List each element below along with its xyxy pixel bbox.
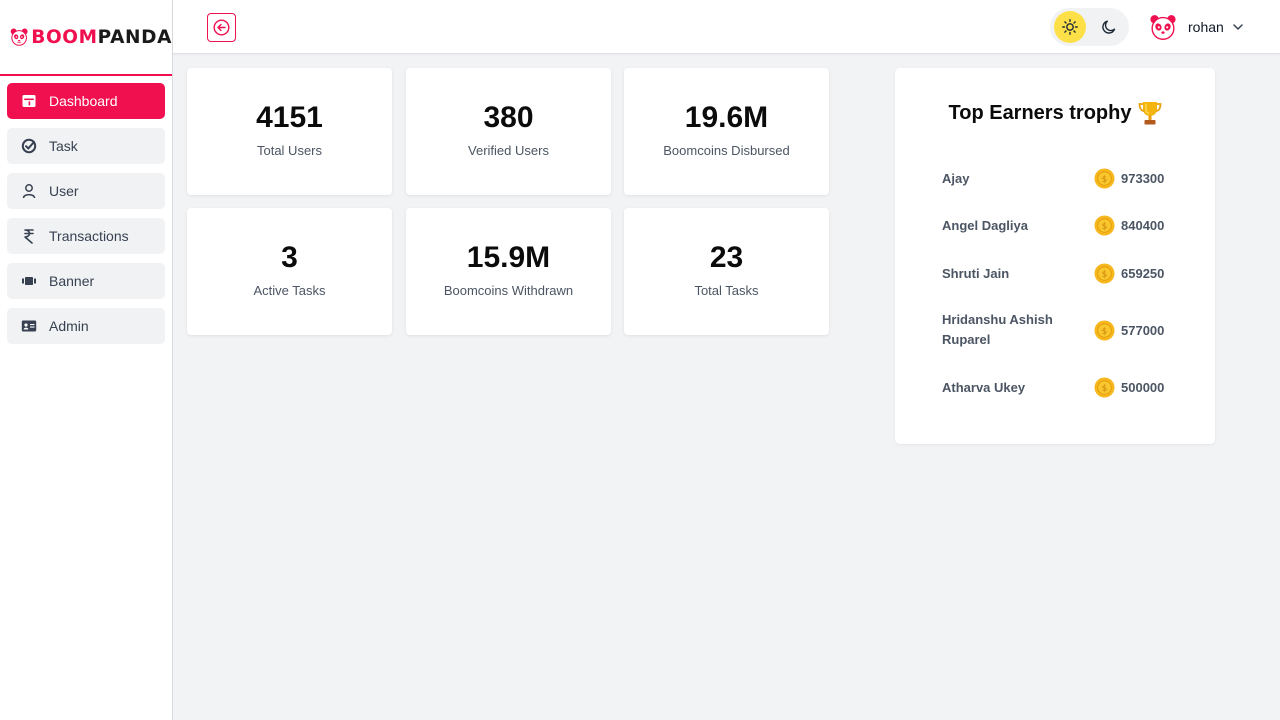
stat-card-boomcoins-withdrawn: 15.9M Boomcoins Withdrawn — [406, 208, 611, 335]
user-menu[interactable]: rohan — [1149, 12, 1244, 42]
earner-name: Angel Dagliya — [942, 217, 1028, 233]
svg-text:$: $ — [1102, 222, 1108, 232]
rupee-icon — [21, 228, 37, 244]
stat-value: 3 — [281, 241, 298, 274]
id-card-icon — [21, 318, 37, 334]
earner-amount: 500000 — [1121, 380, 1165, 395]
stat-label: Active Tasks — [253, 283, 326, 298]
sidebar-item-admin[interactable]: Admin — [7, 308, 165, 344]
stat-label: Boomcoins Disbursed — [663, 143, 790, 158]
stat-value: 23 — [709, 241, 744, 274]
trophy-icon — [1138, 102, 1161, 125]
chevron-down-icon — [1233, 24, 1243, 30]
earner-amount: 973300 — [1121, 171, 1165, 186]
list-item: Shruti Jain $ 659250 — [942, 263, 1182, 284]
coin-icon: $ — [1094, 263, 1115, 284]
dashboard-icon — [21, 93, 37, 109]
stat-card-active-tasks: 3 Active Tasks — [187, 208, 392, 335]
sidebar: BOOMPANDA Dashboard Task User Transactio… — [0, 0, 173, 720]
user-icon — [21, 183, 37, 199]
svg-text:$: $ — [1102, 327, 1108, 337]
coin-icon: $ — [1094, 320, 1115, 340]
stat-label: Boomcoins Withdrawn — [443, 283, 574, 298]
task-check-icon — [21, 138, 37, 154]
svg-text:$: $ — [1102, 384, 1108, 394]
coin-icon: $ — [1094, 215, 1115, 236]
coin-icon: $ — [1094, 168, 1115, 189]
earner-name: Shruti Jain — [942, 265, 1010, 281]
sidebar-item-label: User — [49, 183, 79, 199]
sidebar-item-task[interactable]: Task — [7, 128, 165, 164]
sidebar-item-label: Task — [49, 138, 78, 154]
stat-card-verified-users: 380 Verified Users — [406, 68, 611, 195]
earner-amount: 659250 — [1121, 266, 1165, 281]
sidebar-item-banner[interactable]: Banner — [7, 263, 165, 299]
sidebar-item-dashboard[interactable]: Dashboard — [7, 83, 165, 119]
stat-card-boomcoins-disbursed: 19.6M Boomcoins Disbursed — [624, 68, 829, 195]
stat-value: 380 — [483, 101, 534, 134]
user-name: rohan — [1188, 19, 1224, 35]
light-mode-button[interactable] — [1054, 11, 1086, 43]
top-earners-title: Top Earners trophy — [895, 100, 1215, 126]
svg-text:$: $ — [1102, 270, 1108, 280]
brand-name: BOOMPANDA — [31, 26, 172, 48]
sidebar-item-label: Banner — [49, 273, 95, 289]
stat-label: Total Tasks — [694, 283, 759, 298]
stat-card-total-users: 4151 Total Users — [187, 68, 392, 195]
sidebar-item-label: Transactions — [49, 228, 129, 244]
svg-text:$: $ — [1102, 175, 1108, 185]
stat-value: 15.9M — [466, 241, 551, 274]
earner-name: Atharva Ukey — [942, 379, 1026, 395]
avatar — [1150, 15, 1176, 40]
list-item: Hridanshu Ashish Ruparel $ 577000 — [942, 310, 1182, 350]
sidebar-item-transactions[interactable]: Transactions — [7, 218, 165, 254]
back-button[interactable] — [207, 13, 236, 42]
stat-label: Total Users — [256, 143, 323, 158]
list-item: Atharva Ukey $ 500000 — [942, 377, 1182, 398]
earner-amount: 577000 — [1121, 322, 1165, 338]
stat-card-total-tasks: 23 Total Tasks — [624, 208, 829, 335]
sidebar-item-label: Admin — [49, 318, 89, 334]
theme-toggle — [1050, 8, 1129, 46]
sidebar-item-user[interactable]: User — [7, 173, 165, 209]
moon-icon — [1102, 20, 1116, 34]
stat-value: 19.6M — [684, 101, 769, 134]
dark-mode-button[interactable] — [1094, 11, 1126, 43]
brand[interactable]: BOOMPANDA — [0, 0, 172, 76]
top-header: rohan — [173, 0, 1280, 54]
sun-icon — [1061, 19, 1078, 35]
top-earners-panel: Top Earners trophy Ajay $ 973300 Angel D… — [895, 68, 1215, 444]
arrow-left-icon — [213, 19, 230, 36]
sidebar-nav: Dashboard Task User Transactions Banner — [0, 76, 172, 344]
earner-amount: 840400 — [1121, 218, 1165, 233]
banner-icon — [21, 273, 37, 289]
sidebar-item-label: Dashboard — [49, 93, 118, 109]
earner-name: Hridanshu Ashish Ruparel — [942, 312, 1053, 347]
coin-icon: $ — [1094, 377, 1115, 398]
stat-label: Verified Users — [468, 143, 549, 158]
list-item: Angel Dagliya $ 840400 — [942, 215, 1182, 236]
list-item: Ajay $ 973300 — [942, 168, 1182, 189]
stat-value: 4151 — [256, 101, 323, 134]
earner-name: Ajay — [942, 170, 970, 186]
panda-logo-icon — [10, 28, 28, 46]
